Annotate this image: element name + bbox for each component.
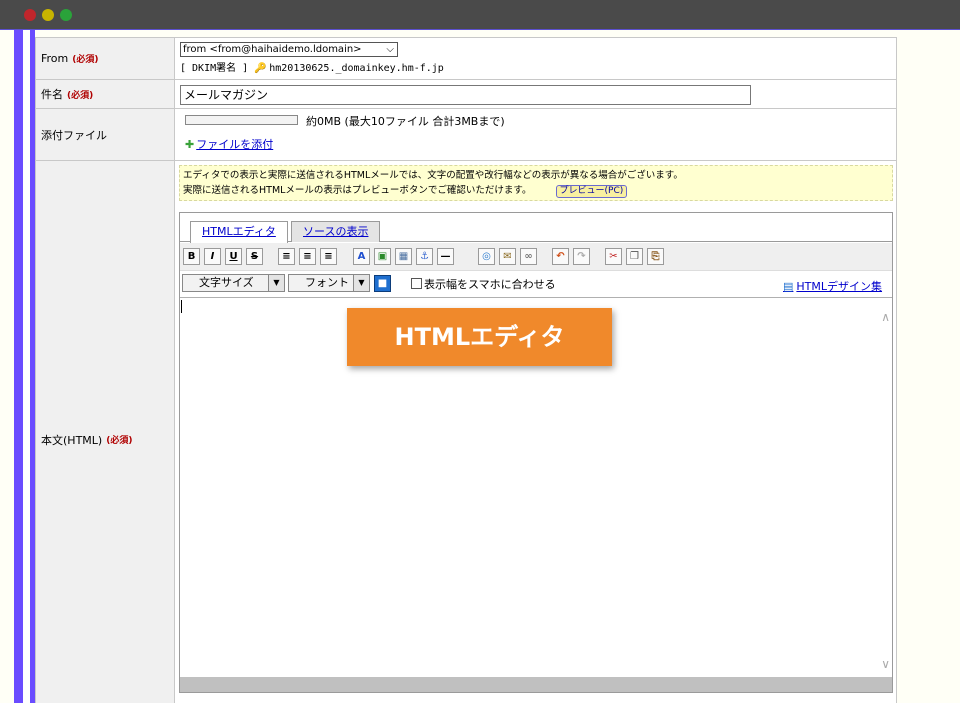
font-toolbar: 文字サイズ ▼ フォント ▼ ■ 表示幅をスマホに合わせる ▤ HTMLデザイン集 xyxy=(180,271,892,297)
format-toolbar: B I U S ≡ ≡ ≡ A ▣ ▦ ⚓ — ◎ ✉ ∞ ↶ ↷ ✂ ❐ ⎘ xyxy=(180,243,892,271)
mail-compose-form: From (必須) from <from@haihaidemo.ldomain>… xyxy=(35,37,897,703)
from-select[interactable]: from <from@haihaidemo.ldomain> ⌵ xyxy=(180,42,398,57)
italic-button[interactable]: I xyxy=(204,248,221,265)
insert-table-icon[interactable]: ▦ xyxy=(395,248,412,265)
window-icon: ▤ xyxy=(783,280,794,293)
minimize-window-button[interactable] xyxy=(42,9,54,21)
required-badge: (必須) xyxy=(72,55,99,65)
text-caret xyxy=(181,300,182,313)
key-icon: 🔑 xyxy=(254,63,267,74)
attachment-value-cell: 約0MB (最大10ファイル 合計3MBまで) ✚ ファイルを添付 xyxy=(176,109,896,160)
dkim-info: [ DKIM署名 ] 🔑 hm20130625._domainkey.hm-f.… xyxy=(180,59,444,74)
required-badge: (必須) xyxy=(106,436,133,446)
chevron-down-icon: ▼ xyxy=(353,275,369,291)
html-editor: HTMLエディタ ソースの表示 B I U S ≡ ≡ ≡ A ▣ ▦ ⚓ — … xyxy=(179,212,893,693)
left-accent-bar xyxy=(14,30,23,703)
smartphone-fit-checkbox[interactable] xyxy=(411,278,422,289)
from-value-cell: from <from@haihaidemo.ldomain> ⌵ [ DKIM署… xyxy=(176,38,896,79)
font-size-label: 文字サイズ xyxy=(199,276,254,289)
from-label: From xyxy=(41,52,69,65)
smartphone-fit-label: 表示幅をスマホに合わせる xyxy=(424,278,556,291)
left-panel-gap xyxy=(23,30,30,703)
tab-source[interactable]: ソースの表示 xyxy=(291,221,381,242)
insert-special-icon[interactable]: ⚓ xyxy=(416,248,433,265)
attachment-usage-bar xyxy=(185,115,298,125)
subject-input[interactable]: メールマガジン xyxy=(180,85,751,105)
attachment-label: 添付ファイル xyxy=(41,128,107,142)
bold-button[interactable]: B xyxy=(183,248,200,265)
scroll-down-icon[interactable]: ∨ xyxy=(881,657,890,671)
body-label-cell: 本文(HTML) (必須) xyxy=(36,161,175,703)
save-icon[interactable]: ■ xyxy=(374,275,391,292)
cut-icon[interactable]: ✂ xyxy=(605,248,622,265)
html-design-link[interactable]: ▤ HTMLデザイン集 xyxy=(783,278,882,294)
redo-icon[interactable]: ↷ xyxy=(573,248,590,265)
strike-button[interactable]: S xyxy=(246,248,263,265)
body-label: 本文(HTML) xyxy=(41,433,103,447)
preview-pc-button[interactable]: プレビュー(PC) xyxy=(555,185,628,198)
subject-row: 件名 (必須) メールマガジン xyxy=(36,80,896,109)
window-titlebar xyxy=(0,0,960,30)
chevron-down-icon: ⌵ xyxy=(386,44,394,55)
attachment-label-cell: 添付ファイル xyxy=(36,109,175,160)
html-editor-callout: HTMLエディタ xyxy=(347,308,612,366)
notice-line-2: 実際に送信されるHTMLメールの表示はプレビューボタンでご確認いただけます。 プレ… xyxy=(183,183,889,198)
insert-email-icon[interactable]: ✉ xyxy=(499,248,516,265)
editor-statusbar xyxy=(180,677,892,692)
add-attachment-link[interactable]: ファイルを添付 xyxy=(196,138,273,151)
from-label-cell: From (必須) xyxy=(36,38,175,79)
font-size-dropdown[interactable]: 文字サイズ ▼ xyxy=(182,274,285,292)
close-window-button[interactable] xyxy=(24,9,36,21)
font-label: フォント xyxy=(305,276,349,289)
unlink-icon[interactable]: ∞ xyxy=(520,248,537,265)
horizontal-rule-icon[interactable]: — xyxy=(437,248,454,265)
attachment-row: 添付ファイル 約0MB (最大10ファイル 合計3MBまで) ✚ ファイルを添付 xyxy=(36,109,896,161)
insert-link-icon[interactable]: ◎ xyxy=(478,248,495,265)
html-design-label: HTMLデザイン集 xyxy=(796,280,883,293)
body-row: 本文(HTML) (必須) エディタでの表示と実際に送信されるHTMLメールでは… xyxy=(36,161,896,703)
tab-html-editor[interactable]: HTMLエディタ xyxy=(190,221,288,243)
align-center-icon[interactable]: ≡ xyxy=(299,248,316,265)
align-left-icon[interactable]: ≡ xyxy=(278,248,295,265)
undo-icon[interactable]: ↶ xyxy=(552,248,569,265)
subject-label: 件名 xyxy=(41,88,63,101)
from-select-value: from <from@haihaidemo.ldomain> xyxy=(183,44,362,55)
paste-icon[interactable]: ⎘ xyxy=(647,248,664,265)
subject-value-cell: メールマガジン xyxy=(176,80,896,108)
scroll-up-icon[interactable]: ∧ xyxy=(881,310,890,324)
notice-line-1: エディタでの表示と実際に送信されるHTMLメールでは、文字の配置や改行幅などの表… xyxy=(183,170,683,181)
dkim-value: hm20130625._domainkey.hm-f.jp xyxy=(269,63,444,74)
plus-icon: ✚ xyxy=(185,138,195,151)
subject-label-cell: 件名 (必須) xyxy=(36,80,175,108)
notice-line-2-text: 実際に送信されるHTMLメールの表示はプレビューボタンでご確認いただけます。 xyxy=(183,185,532,196)
maximize-window-button[interactable] xyxy=(60,9,72,21)
chevron-down-icon: ▼ xyxy=(268,275,284,291)
dkim-label: [ DKIM署名 ] xyxy=(180,63,249,74)
smartphone-fit-toggle[interactable]: 表示幅をスマホに合わせる xyxy=(411,276,556,292)
font-color-icon[interactable]: A xyxy=(353,248,370,265)
editor-tabs: HTMLエディタ ソースの表示 xyxy=(180,213,892,243)
underline-button[interactable]: U xyxy=(225,248,242,265)
editor-notice: エディタでの表示と実際に送信されるHTMLメールでは、文字の配置や改行幅などの表… xyxy=(179,165,893,201)
insert-image-icon[interactable]: ▣ xyxy=(374,248,391,265)
font-dropdown[interactable]: フォント ▼ xyxy=(288,274,370,292)
add-attachment[interactable]: ✚ ファイルを添付 xyxy=(185,136,273,152)
align-right-icon[interactable]: ≡ xyxy=(320,248,337,265)
from-row: From (必須) from <from@haihaidemo.ldomain>… xyxy=(36,38,896,80)
body-value-cell: エディタでの表示と実際に送信されるHTMLメールでは、文字の配置や改行幅などの表… xyxy=(176,161,896,703)
copy-icon[interactable]: ❐ xyxy=(626,248,643,265)
required-badge: (必須) xyxy=(67,90,94,101)
attachment-usage-text: 約0MB (最大10ファイル 合計3MBまで) xyxy=(306,115,505,128)
